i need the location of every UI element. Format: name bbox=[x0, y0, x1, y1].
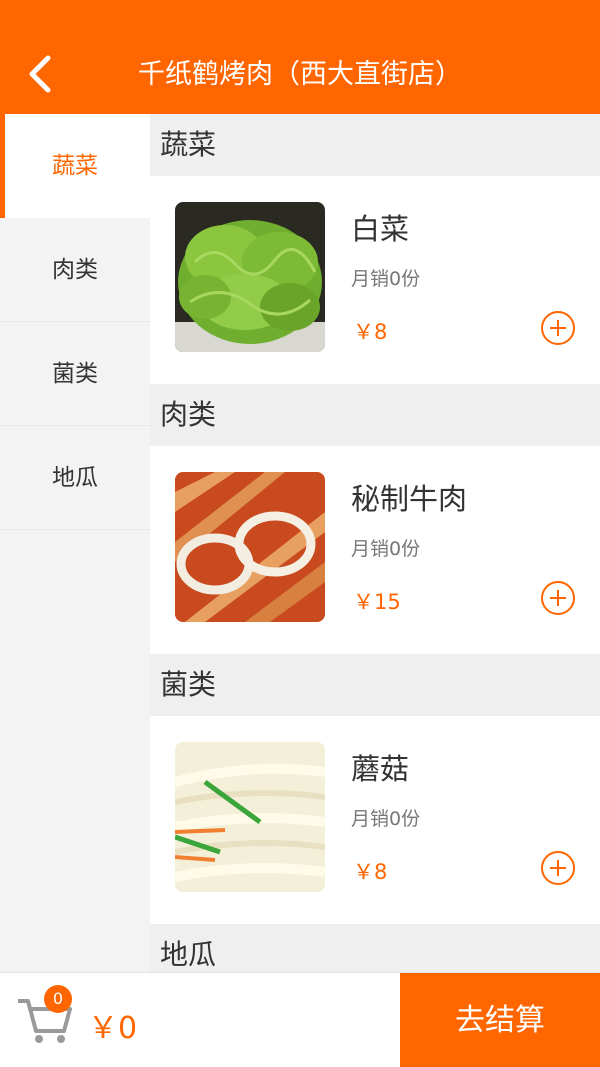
sidebar-item-meat[interactable]: 肉类 bbox=[0, 218, 150, 322]
checkout-button[interactable]: 去结算 bbox=[400, 973, 600, 1067]
cart-total: ￥0 bbox=[88, 1011, 138, 1046]
section-header-meat: 肉类 bbox=[150, 384, 600, 446]
add-to-cart-button[interactable] bbox=[541, 581, 575, 615]
product-image-beef bbox=[175, 472, 325, 622]
back-button[interactable] bbox=[18, 44, 62, 104]
product-name: 蘑菇 bbox=[351, 752, 410, 786]
sidebar-item-mushrooms[interactable]: 菌类 bbox=[0, 322, 150, 426]
product-price: ￥8 bbox=[353, 320, 388, 344]
product-price: ￥8 bbox=[353, 860, 388, 884]
sidebar-item-vegetables[interactable]: 蔬菜 bbox=[0, 114, 150, 218]
product-price: ￥15 bbox=[353, 590, 401, 614]
section-header-mushrooms: 菌类 bbox=[150, 654, 600, 716]
chevron-left-icon bbox=[29, 55, 51, 93]
add-to-cart-button[interactable] bbox=[541, 311, 575, 345]
category-sidebar: 蔬菜 肉类 菌类 地瓜 bbox=[0, 114, 150, 972]
list-item[interactable]: 秘制牛肉 月销0份 ￥15 bbox=[150, 446, 600, 654]
add-to-cart-button[interactable] bbox=[541, 851, 575, 885]
cart-bar: 0 ￥0 去结算 bbox=[0, 972, 600, 1067]
list-item[interactable]: 蘑菇 月销0份 ￥8 bbox=[150, 716, 600, 924]
product-list[interactable]: 蔬菜 白菜 月销0份 ￥8 肉类 秘制牛肉 月销0份 ￥15 菌类 蘑菇 月销0… bbox=[150, 114, 600, 972]
sidebar-item-sweet-potato[interactable]: 地瓜 bbox=[0, 426, 150, 530]
section-header-vegetables: 蔬菜 bbox=[150, 114, 600, 176]
product-sales: 月销0份 bbox=[351, 808, 421, 830]
page-title: 千纸鹤烤肉（西大直街店） bbox=[138, 59, 462, 90]
app-header: 千纸鹤烤肉（西大直街店） bbox=[0, 0, 600, 114]
product-sales: 月销0份 bbox=[351, 268, 421, 290]
product-name: 白菜 bbox=[351, 212, 410, 246]
section-header-sweet-potato: 地瓜 bbox=[150, 924, 600, 972]
list-item[interactable]: 白菜 月销0份 ￥8 bbox=[150, 176, 600, 384]
product-name: 秘制牛肉 bbox=[351, 482, 468, 516]
product-image-mushroom bbox=[175, 742, 325, 892]
product-image-lettuce bbox=[175, 202, 325, 352]
cart-count-badge: 0 bbox=[44, 985, 72, 1013]
product-sales: 月销0份 bbox=[351, 538, 421, 560]
